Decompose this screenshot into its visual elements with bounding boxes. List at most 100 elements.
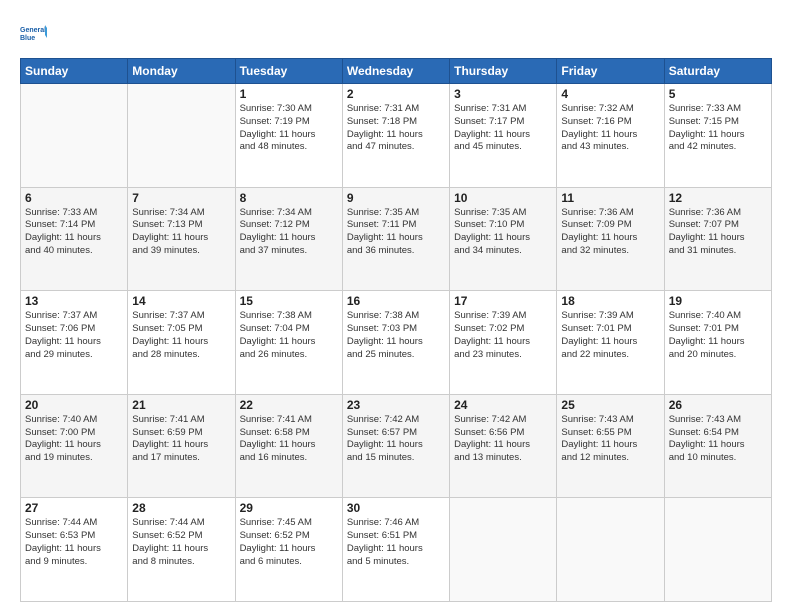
calendar-day-cell: 24 Sunrise: 7:42 AM Sunset: 6:56 PM Dayli… bbox=[450, 394, 557, 498]
calendar-day-cell: 30 Sunrise: 7:46 AM Sunset: 6:51 PM Dayli… bbox=[342, 498, 449, 602]
day-number: 2 bbox=[347, 87, 445, 101]
day-number: 6 bbox=[25, 191, 123, 205]
calendar-week-row: 1 Sunrise: 7:30 AM Sunset: 7:19 PM Daylig… bbox=[21, 84, 772, 188]
calendar-header-cell: Sunday bbox=[21, 59, 128, 84]
day-number: 22 bbox=[240, 398, 338, 412]
day-info: Sunrise: 7:41 AM Sunset: 6:58 PM Dayligh… bbox=[240, 414, 338, 465]
calendar-day-cell: 20 Sunrise: 7:40 AM Sunset: 7:00 PM Dayli… bbox=[21, 394, 128, 498]
day-info: Sunrise: 7:36 AM Sunset: 7:07 PM Dayligh… bbox=[669, 207, 767, 258]
calendar-week-row: 20 Sunrise: 7:40 AM Sunset: 7:00 PM Dayli… bbox=[21, 394, 772, 498]
calendar-header-cell: Thursday bbox=[450, 59, 557, 84]
day-number: 4 bbox=[561, 87, 659, 101]
calendar-day-cell: 8Sunrise: 7:34 AM Sunset: 7:12 PM Daylig… bbox=[235, 187, 342, 291]
calendar-day-cell: 28 Sunrise: 7:44 AM Sunset: 6:52 PM Dayli… bbox=[128, 498, 235, 602]
calendar-day-cell: 17 Sunrise: 7:39 AM Sunset: 7:02 PM Dayli… bbox=[450, 291, 557, 395]
day-info: Sunrise: 7:45 AM Sunset: 6:52 PM Dayligh… bbox=[240, 517, 338, 568]
calendar-day-cell: 14Sunrise: 7:37 AM Sunset: 7:05 PM Dayli… bbox=[128, 291, 235, 395]
calendar-header-cell: Monday bbox=[128, 59, 235, 84]
day-number: 11 bbox=[561, 191, 659, 205]
day-number: 19 bbox=[669, 294, 767, 308]
calendar-day-cell: 1 Sunrise: 7:30 AM Sunset: 7:19 PM Daylig… bbox=[235, 84, 342, 188]
day-number: 30 bbox=[347, 501, 445, 515]
day-info: Sunrise: 7:31 AM Sunset: 7:17 PM Dayligh… bbox=[454, 103, 552, 154]
day-number: 14 bbox=[132, 294, 230, 308]
calendar-header-cell: Tuesday bbox=[235, 59, 342, 84]
day-info: Sunrise: 7:34 AM Sunset: 7:12 PM Dayligh… bbox=[240, 207, 338, 258]
calendar-week-row: 27Sunrise: 7:44 AM Sunset: 6:53 PM Dayli… bbox=[21, 498, 772, 602]
day-number: 3 bbox=[454, 87, 552, 101]
day-info: Sunrise: 7:40 AM Sunset: 7:00 PM Dayligh… bbox=[25, 414, 123, 465]
day-number: 27 bbox=[25, 501, 123, 515]
calendar-day-cell: 23 Sunrise: 7:42 AM Sunset: 6:57 PM Dayli… bbox=[342, 394, 449, 498]
day-number: 15 bbox=[240, 294, 338, 308]
calendar-day-cell bbox=[557, 498, 664, 602]
day-info: Sunrise: 7:42 AM Sunset: 6:56 PM Dayligh… bbox=[454, 414, 552, 465]
day-number: 16 bbox=[347, 294, 445, 308]
day-info: Sunrise: 7:40 AM Sunset: 7:01 PM Dayligh… bbox=[669, 310, 767, 361]
calendar-day-cell: 3 Sunrise: 7:31 AM Sunset: 7:17 PM Daylig… bbox=[450, 84, 557, 188]
calendar-header-cell: Wednesday bbox=[342, 59, 449, 84]
day-info: Sunrise: 7:35 AM Sunset: 7:11 PM Dayligh… bbox=[347, 207, 445, 258]
calendar-day-cell bbox=[128, 84, 235, 188]
calendar-day-cell: 25Sunrise: 7:43 AM Sunset: 6:55 PM Dayli… bbox=[557, 394, 664, 498]
day-info: Sunrise: 7:39 AM Sunset: 7:01 PM Dayligh… bbox=[561, 310, 659, 361]
day-info: Sunrise: 7:38 AM Sunset: 7:04 PM Dayligh… bbox=[240, 310, 338, 361]
day-number: 26 bbox=[669, 398, 767, 412]
calendar-day-cell: 12 Sunrise: 7:36 AM Sunset: 7:07 PM Dayli… bbox=[664, 187, 771, 291]
calendar-day-cell bbox=[450, 498, 557, 602]
calendar-day-cell: 29Sunrise: 7:45 AM Sunset: 6:52 PM Dayli… bbox=[235, 498, 342, 602]
day-info: Sunrise: 7:30 AM Sunset: 7:19 PM Dayligh… bbox=[240, 103, 338, 154]
day-info: Sunrise: 7:33 AM Sunset: 7:15 PM Dayligh… bbox=[669, 103, 767, 154]
day-number: 24 bbox=[454, 398, 552, 412]
day-number: 13 bbox=[25, 294, 123, 308]
day-info: Sunrise: 7:38 AM Sunset: 7:03 PM Dayligh… bbox=[347, 310, 445, 361]
day-info: Sunrise: 7:43 AM Sunset: 6:54 PM Dayligh… bbox=[669, 414, 767, 465]
day-number: 12 bbox=[669, 191, 767, 205]
day-number: 10 bbox=[454, 191, 552, 205]
day-number: 7 bbox=[132, 191, 230, 205]
calendar-day-cell: 7 Sunrise: 7:34 AM Sunset: 7:13 PM Daylig… bbox=[128, 187, 235, 291]
svg-text:General: General bbox=[20, 27, 46, 34]
day-number: 18 bbox=[561, 294, 659, 308]
calendar-day-cell: 13Sunrise: 7:37 AM Sunset: 7:06 PM Dayli… bbox=[21, 291, 128, 395]
day-info: Sunrise: 7:46 AM Sunset: 6:51 PM Dayligh… bbox=[347, 517, 445, 568]
day-number: 28 bbox=[132, 501, 230, 515]
day-info: Sunrise: 7:39 AM Sunset: 7:02 PM Dayligh… bbox=[454, 310, 552, 361]
calendar-day-cell: 10Sunrise: 7:35 AM Sunset: 7:10 PM Dayli… bbox=[450, 187, 557, 291]
day-info: Sunrise: 7:34 AM Sunset: 7:13 PM Dayligh… bbox=[132, 207, 230, 258]
day-info: Sunrise: 7:42 AM Sunset: 6:57 PM Dayligh… bbox=[347, 414, 445, 465]
day-number: 17 bbox=[454, 294, 552, 308]
day-number: 1 bbox=[240, 87, 338, 101]
calendar-header-cell: Friday bbox=[557, 59, 664, 84]
day-number: 20 bbox=[25, 398, 123, 412]
day-info: Sunrise: 7:41 AM Sunset: 6:59 PM Dayligh… bbox=[132, 414, 230, 465]
calendar-header-row: SundayMondayTuesdayWednesdayThursdayFrid… bbox=[21, 59, 772, 84]
day-info: Sunrise: 7:31 AM Sunset: 7:18 PM Dayligh… bbox=[347, 103, 445, 154]
calendar-day-cell: 18 Sunrise: 7:39 AM Sunset: 7:01 PM Dayli… bbox=[557, 291, 664, 395]
calendar-day-cell bbox=[664, 498, 771, 602]
day-number: 9 bbox=[347, 191, 445, 205]
day-number: 23 bbox=[347, 398, 445, 412]
calendar-day-cell: 5 Sunrise: 7:33 AM Sunset: 7:15 PM Daylig… bbox=[664, 84, 771, 188]
calendar-day-cell: 11Sunrise: 7:36 AM Sunset: 7:09 PM Dayli… bbox=[557, 187, 664, 291]
day-number: 5 bbox=[669, 87, 767, 101]
calendar-day-cell: 2 Sunrise: 7:31 AM Sunset: 7:18 PM Daylig… bbox=[342, 84, 449, 188]
svg-text:Blue: Blue bbox=[20, 35, 35, 42]
calendar-header-cell: Saturday bbox=[664, 59, 771, 84]
calendar-day-cell: 4 Sunrise: 7:32 AM Sunset: 7:16 PM Daylig… bbox=[557, 84, 664, 188]
calendar-table: SundayMondayTuesdayWednesdayThursdayFrid… bbox=[20, 58, 772, 602]
logo: General Blue bbox=[20, 18, 50, 48]
page: General Blue SundayMondayTuesdayWednesda… bbox=[0, 0, 792, 612]
calendar-week-row: 13Sunrise: 7:37 AM Sunset: 7:06 PM Dayli… bbox=[21, 291, 772, 395]
calendar-day-cell: 26 Sunrise: 7:43 AM Sunset: 6:54 PM Dayli… bbox=[664, 394, 771, 498]
calendar-day-cell: 27Sunrise: 7:44 AM Sunset: 6:53 PM Dayli… bbox=[21, 498, 128, 602]
calendar-day-cell: 22 Sunrise: 7:41 AM Sunset: 6:58 PM Dayli… bbox=[235, 394, 342, 498]
day-number: 25 bbox=[561, 398, 659, 412]
calendar-day-cell: 19 Sunrise: 7:40 AM Sunset: 7:01 PM Dayli… bbox=[664, 291, 771, 395]
calendar-day-cell: 6Sunrise: 7:33 AM Sunset: 7:14 PM Daylig… bbox=[21, 187, 128, 291]
day-info: Sunrise: 7:44 AM Sunset: 6:52 PM Dayligh… bbox=[132, 517, 230, 568]
day-number: 21 bbox=[132, 398, 230, 412]
calendar-day-cell: 9 Sunrise: 7:35 AM Sunset: 7:11 PM Daylig… bbox=[342, 187, 449, 291]
calendar-day-cell bbox=[21, 84, 128, 188]
day-info: Sunrise: 7:32 AM Sunset: 7:16 PM Dayligh… bbox=[561, 103, 659, 154]
